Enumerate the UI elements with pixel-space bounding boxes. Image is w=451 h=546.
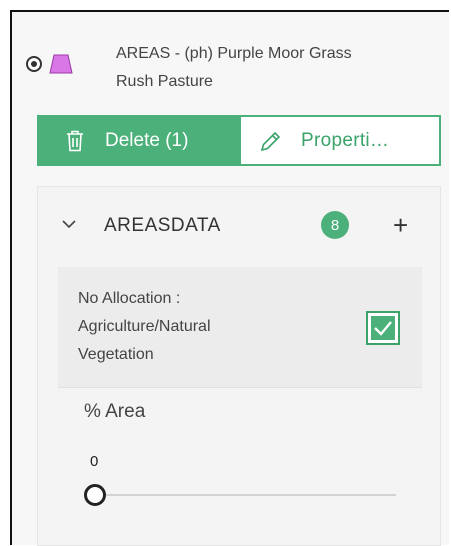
area-slider-track[interactable] [96,494,396,496]
delete-button[interactable]: Delete (1) [37,115,239,166]
area-slider-thumb[interactable] [84,484,106,506]
add-button[interactable]: + [393,211,408,239]
trash-icon [67,130,83,151]
layer-name-line2: Rush Pasture [116,73,213,90]
delete-button-label: Delete (1) [105,129,189,151]
checkmark-icon [374,321,392,336]
group-header[interactable]: AREASDATA 8 + [38,207,442,247]
area-slider-value: 0 [90,453,99,470]
allocation-label-line1: No Allocation : [78,290,181,307]
layer-row[interactable]: AREAS - (ph) Purple Moor Grass Rush Past… [26,38,406,98]
layer-name-line1: AREAS - (ph) Purple Moor Grass [116,45,352,62]
allocation-label-line2: Agriculture/Natural [78,318,211,335]
action-bar: Delete (1) Properti… [37,115,441,166]
properties-button-label: Properti… [301,129,390,151]
allocation-row: No Allocation : Agriculture/Natural Vege… [58,267,422,387]
polygon-symbol-icon [49,54,73,74]
allocation-label-line3: Vegetation [78,346,154,363]
allocation-label: No Allocation : Agriculture/Natural Vege… [78,285,278,369]
count-badge: 8 [321,211,349,239]
group-title: AREASDATA [104,215,221,236]
divider [58,387,422,388]
layer-radio-button[interactable] [26,56,42,72]
area-field-label: % Area [84,401,146,422]
properties-button[interactable]: Properti… [239,115,441,166]
allocation-checkbox[interactable] [366,311,400,345]
chevron-down-icon[interactable] [62,219,76,229]
layer-name: AREAS - (ph) Purple Moor Grass Rush Past… [116,40,406,96]
attributes-panel: AREASDATA 8 + No Allocation : Agricultur… [37,186,441,546]
pencil-icon [260,131,281,151]
